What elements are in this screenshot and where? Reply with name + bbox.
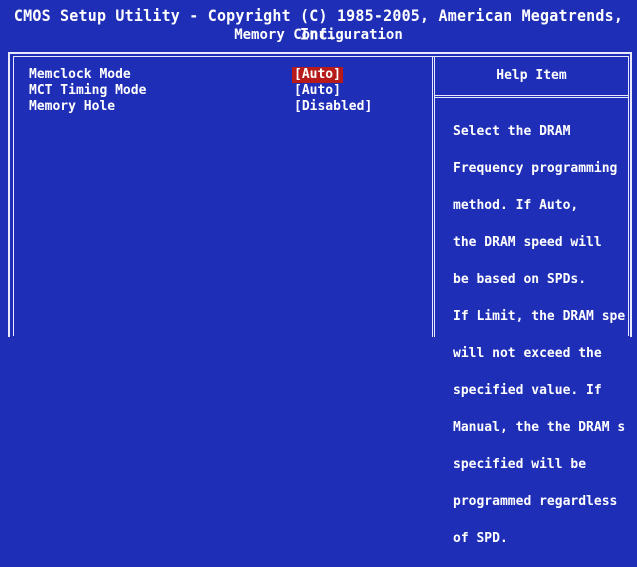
help-text: Select the DRAM Frequency programming me… [453, 104, 629, 567]
help-line: method. If Auto, [453, 197, 579, 213]
help-line: If Limit, the DRAM spe [453, 308, 626, 324]
help-line: specified will be [453, 456, 587, 472]
help-line: Frequency programming [453, 160, 618, 176]
help-item-title: Help Item [496, 68, 567, 83]
setting-label-memory-hole[interactable]: Memory Hole [29, 99, 115, 115]
help-line: specified value. If [453, 382, 602, 398]
help-line: of SPD. [453, 530, 508, 546]
help-line: be based on SPDs. [453, 271, 587, 287]
help-line: Manual, the the DRAM s [453, 419, 626, 435]
help-line: programmed regardless [453, 493, 618, 509]
help-line: will not exceed the [453, 345, 602, 361]
page-title: Memory Configuration [234, 27, 403, 43]
help-line: the DRAM speed will [453, 234, 602, 250]
setting-value-mct-timing-mode[interactable]: [Auto] [294, 83, 341, 99]
setting-value-memory-hole[interactable]: [Disabled] [294, 99, 372, 115]
setting-value-memclock-mode[interactable]: [Auto] [292, 67, 343, 83]
help-line: Select the DRAM [453, 123, 571, 139]
help-separator [435, 95, 628, 98]
title-bar: CMOS Setup Utility - Copyright (C) 1985-… [0, 0, 637, 50]
setting-label-mct-timing-mode[interactable]: MCT Timing Mode [29, 83, 146, 99]
panel-divider [432, 57, 435, 337]
setting-label-memclock-mode[interactable]: Memclock Mode [29, 67, 131, 83]
